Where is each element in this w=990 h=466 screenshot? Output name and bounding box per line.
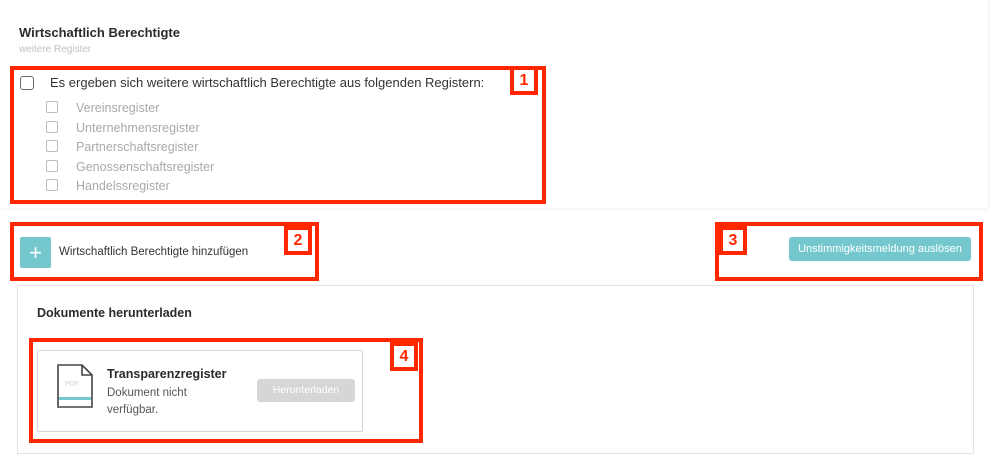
section-title: Wirtschaftlich Berechtigte <box>19 25 180 40</box>
annotation-box-4 <box>29 338 423 443</box>
annotation-number-2: 2 <box>284 226 312 255</box>
annotation-number-3: 3 <box>719 226 747 255</box>
section-subtitle: weitere Register <box>19 44 92 55</box>
annotation-box-2 <box>10 222 319 281</box>
annotation-box-3 <box>715 222 983 281</box>
annotation-number-4: 4 <box>390 342 418 371</box>
annotation-number-1: 1 <box>510 66 538 95</box>
annotation-box-1 <box>10 66 546 204</box>
documents-title: Dokumente herunterladen <box>37 306 192 320</box>
